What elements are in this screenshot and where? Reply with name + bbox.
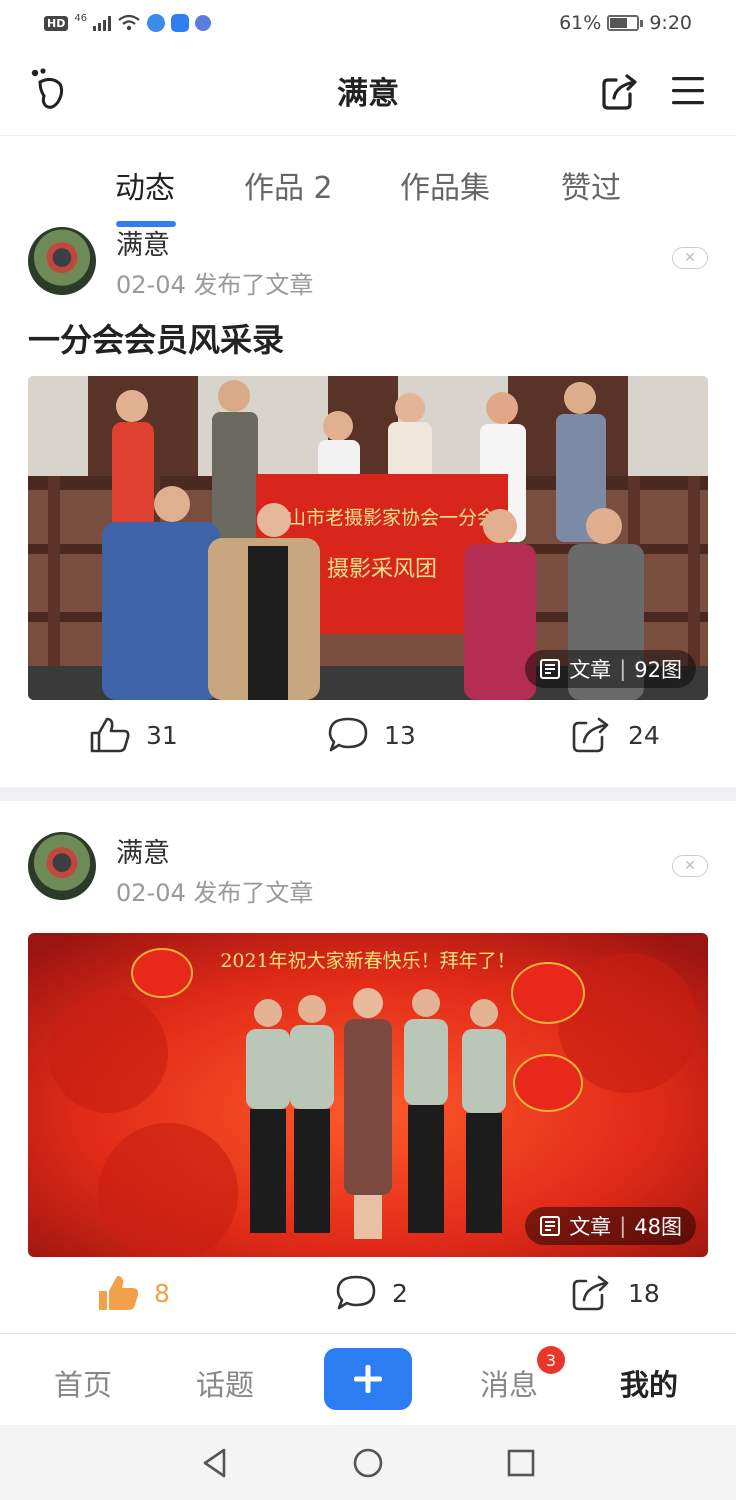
like-count: 8 bbox=[154, 1278, 170, 1308]
like-button[interactable]: 31 bbox=[88, 715, 178, 755]
thumbs-up-filled-icon bbox=[99, 1276, 139, 1310]
page-title: 满意 bbox=[337, 76, 399, 112]
badge-separator: | bbox=[619, 1214, 627, 1238]
recents-icon[interactable] bbox=[506, 1448, 536, 1478]
nav-messages[interactable]: 消息 bbox=[480, 1362, 538, 1404]
like-count: 31 bbox=[146, 720, 178, 750]
comment-button[interactable]: 2 bbox=[334, 1273, 408, 1313]
photo-count-badge: 文章 | 48图 bbox=[525, 1207, 696, 1245]
post-author[interactable]: 满意 bbox=[116, 831, 170, 870]
menu-icon[interactable] bbox=[670, 74, 706, 108]
post-title[interactable]: 一分会会员风采录 bbox=[28, 315, 284, 361]
comment-count: 13 bbox=[384, 720, 416, 750]
status-right: 61% 9:20 bbox=[559, 12, 692, 34]
share-icon bbox=[572, 717, 609, 753]
share-icon bbox=[572, 1275, 609, 1311]
post-actions: 31 13 24 bbox=[0, 715, 736, 775]
battery-icon bbox=[607, 15, 640, 31]
post-card: 满意 02-04 发布了文章 ✕ 一分会会员风采录 唐山市老摄影家协会一分会 摄… bbox=[0, 227, 736, 787]
comment-button[interactable]: 13 bbox=[326, 715, 416, 755]
nav-mine[interactable]: 我的 bbox=[620, 1362, 678, 1404]
title-bar: 满意 bbox=[0, 46, 736, 136]
close-icon[interactable]: ✕ bbox=[672, 855, 708, 877]
like-button[interactable]: 8 bbox=[96, 1273, 170, 1313]
post-meta: 02-04 发布了文章 bbox=[116, 271, 314, 299]
feed-divider bbox=[0, 787, 736, 801]
badge-count: 92图 bbox=[634, 658, 682, 682]
post-actions: 8 2 18 bbox=[0, 1273, 736, 1333]
footprint-icon[interactable] bbox=[30, 68, 70, 112]
share-count: 18 bbox=[628, 1278, 660, 1308]
share-post-button[interactable]: 18 bbox=[570, 1273, 660, 1313]
music-notification-icon bbox=[195, 15, 212, 31]
badge-type: 文章 bbox=[569, 658, 612, 682]
profile-tabs: 动态 作品 2 作品集 赞过 bbox=[0, 137, 736, 229]
hd-indicator: HD bbox=[44, 15, 69, 31]
app-notification-icon bbox=[171, 14, 190, 32]
tab-liked[interactable]: 赞过 bbox=[561, 163, 621, 207]
post-card: 满意 02-04 发布了文章 ✕ 2021年祝大家新春快乐！拜年了！ 文章 | … bbox=[0, 801, 736, 1331]
share-icon[interactable] bbox=[600, 72, 640, 112]
app-notification-icon bbox=[147, 14, 166, 32]
nav-home[interactable]: 首页 bbox=[54, 1362, 112, 1404]
battery-tip bbox=[640, 19, 644, 27]
avatar[interactable] bbox=[28, 227, 96, 295]
share-count: 24 bbox=[628, 720, 660, 750]
article-icon bbox=[540, 1216, 561, 1236]
avatar[interactable] bbox=[28, 832, 96, 900]
thumbs-up-icon bbox=[90, 717, 130, 753]
clock: 9:20 bbox=[649, 12, 692, 34]
status-left: HD 46 bbox=[44, 12, 212, 32]
nav-topics[interactable]: 话题 bbox=[196, 1362, 254, 1404]
comment-count: 2 bbox=[392, 1278, 408, 1308]
plus-icon bbox=[354, 1365, 382, 1393]
article-icon bbox=[540, 659, 561, 679]
wifi-icon bbox=[118, 14, 140, 31]
comment-icon bbox=[336, 1275, 376, 1310]
badge-separator: | bbox=[619, 657, 627, 681]
signal-icon bbox=[93, 15, 112, 31]
photo-count-badge: 文章 | 92图 bbox=[525, 650, 696, 688]
back-icon[interactable] bbox=[200, 1447, 230, 1479]
home-circle-icon[interactable] bbox=[352, 1447, 384, 1479]
post-author[interactable]: 满意 bbox=[116, 223, 170, 262]
tab-works[interactable]: 作品 2 bbox=[244, 163, 333, 207]
photo-banner-text: 唐山市老摄影家协会一分会 bbox=[268, 507, 496, 529]
greeting-banner-text: 2021年祝大家新春快乐！拜年了！ bbox=[220, 950, 515, 972]
network-type: 46 bbox=[74, 12, 88, 24]
tab-collections[interactable]: 作品集 bbox=[400, 163, 490, 207]
status-bar: HD 46 61% 9:20 bbox=[0, 0, 736, 46]
battery-percent: 61% bbox=[559, 12, 602, 34]
post-photo[interactable]: 唐山市老摄影家协会一分会 摄影采风团 文章 | 92图 bbox=[28, 376, 708, 700]
messages-badge: 3 bbox=[537, 1346, 565, 1374]
post-meta: 02-04 发布了文章 bbox=[116, 879, 314, 907]
photo-banner-text-2: 摄影采风团 bbox=[327, 557, 437, 582]
share-post-button[interactable]: 24 bbox=[570, 715, 660, 755]
create-post-button[interactable] bbox=[324, 1348, 412, 1410]
bottom-nav: 首页 话题 消息 3 我的 bbox=[0, 1333, 736, 1425]
badge-type: 文章 bbox=[569, 1215, 612, 1239]
badge-count: 48图 bbox=[634, 1215, 682, 1239]
system-nav-bar bbox=[0, 1425, 736, 1500]
post-photo[interactable]: 2021年祝大家新春快乐！拜年了！ 文章 | 48图 bbox=[28, 933, 708, 1257]
comment-icon bbox=[328, 717, 368, 752]
tab-moments[interactable]: 动态 bbox=[115, 163, 175, 207]
close-icon[interactable]: ✕ bbox=[672, 247, 708, 269]
